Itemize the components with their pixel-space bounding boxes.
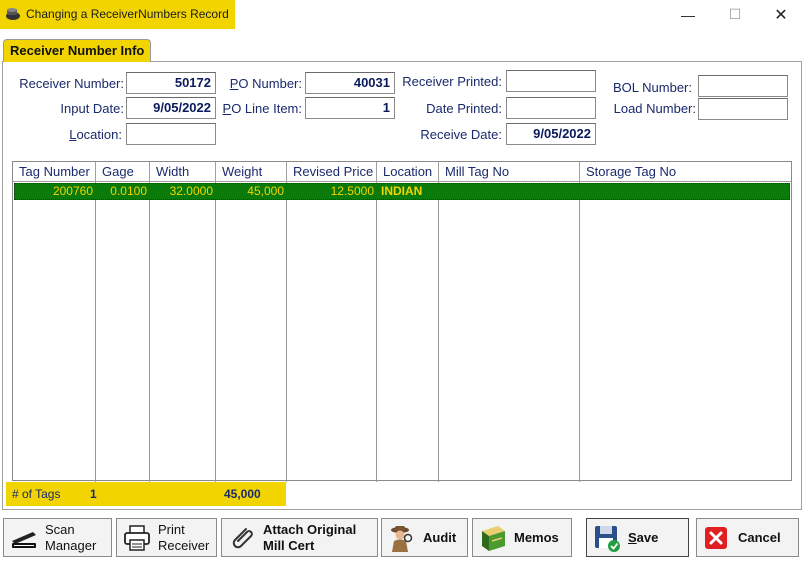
date-printed-field[interactable] [506,97,596,119]
column-divider [215,182,216,482]
cell-mill-tag-no[interactable] [443,183,577,200]
receiver-number-label: Receiver Number: [19,76,124,91]
column-divider [579,182,580,482]
save-button[interactable]: Save [586,518,689,557]
receiver-printed-field[interactable] [506,70,596,92]
memos-button[interactable]: Memos [472,518,572,557]
receive-date-field[interactable]: 9/05/2022 [506,123,596,145]
column-divider [376,182,377,482]
window-title: Changing a ReceiverNumbers Record [26,7,229,21]
total-weight-value: 45,000 [224,487,261,501]
column-header-gage[interactable]: Gage [96,162,150,182]
book-icon [482,525,505,551]
cell-storage-tag-no[interactable] [584,183,784,200]
location-field[interactable] [126,123,216,145]
bol-number-field[interactable] [698,75,788,97]
paperclip-icon [232,527,253,548]
cancel-button[interactable]: Cancel [696,518,799,557]
receive-date-label: Receive Date: [420,127,502,142]
column-divider [438,182,439,482]
load-number-field[interactable] [698,98,788,120]
input-date-field[interactable]: 9/05/2022 [126,97,216,119]
minimize-icon: — [681,6,695,23]
input-date-label: Input Date: [60,101,124,116]
column-divider [149,182,150,482]
maximize-button[interactable]: ☐ [712,0,758,29]
column-header-location[interactable]: Location [377,162,439,182]
column-header-width[interactable]: Width [150,162,216,182]
scanner-icon [12,531,36,548]
tags-grid[interactable]: Tag Number Gage Width Weight Revised Pri… [12,161,792,482]
red-x-icon [705,526,727,549]
cell-revised-price[interactable]: 12.5000 [287,183,374,200]
column-header-weight[interactable]: Weight [216,162,287,182]
column-divider [286,182,287,482]
printer-icon [124,524,150,551]
app-icon [6,8,20,20]
po-line-item-field[interactable]: 1 [305,97,395,119]
receiver-printed-label: Receiver Printed: [402,74,502,89]
close-button[interactable]: ✕ [758,0,804,29]
cell-gage[interactable]: 0.0100 [96,183,147,200]
attach-mill-cert-button[interactable]: Attach Original Mill Cert [221,518,378,557]
po-line-item-label: PO Line Item: [222,101,302,116]
tab-receiver-number-info[interactable]: Receiver Number Info [3,39,151,62]
load-number-label: Load Number: [613,101,696,116]
totals-bar: # of Tags 1 45,000 [6,482,286,506]
cell-location[interactable]: INDIAN [381,183,437,200]
cell-tag-number[interactable]: 200760 [13,183,93,200]
minimize-button[interactable]: — [665,0,711,29]
scan-manager-button[interactable]: Scan Manager [3,518,112,557]
column-header-mill-tag-no[interactable]: Mill Tag No [439,162,580,182]
close-icon: ✕ [774,6,788,24]
cell-width[interactable]: 32.0000 [150,183,213,200]
cell-weight[interactable]: 45,000 [216,183,284,200]
date-printed-label: Date Printed: [426,101,502,116]
maximize-icon: ☐ [728,6,742,22]
detective-icon [391,525,413,552]
po-number-label: PO Number: [229,76,302,91]
tag-count-label: # of Tags [12,487,61,501]
column-header-storage-tag-no[interactable]: Storage Tag No [580,162,791,182]
bol-number-label: BOL Number: [613,80,692,95]
location-label: Location: [69,127,122,142]
column-header-tag-number[interactable]: Tag Number [13,162,96,182]
column-divider [95,182,96,482]
column-header-revised-price[interactable]: Revised Price [287,162,377,182]
po-number-field[interactable]: 40031 [305,72,395,94]
receiver-number-field[interactable]: 50172 [126,72,216,94]
print-receiver-button[interactable]: Print Receiver [116,518,217,557]
tag-count-value: 1 [90,487,97,501]
audit-button[interactable]: Audit [381,518,468,557]
floppy-disk-icon [595,525,620,552]
